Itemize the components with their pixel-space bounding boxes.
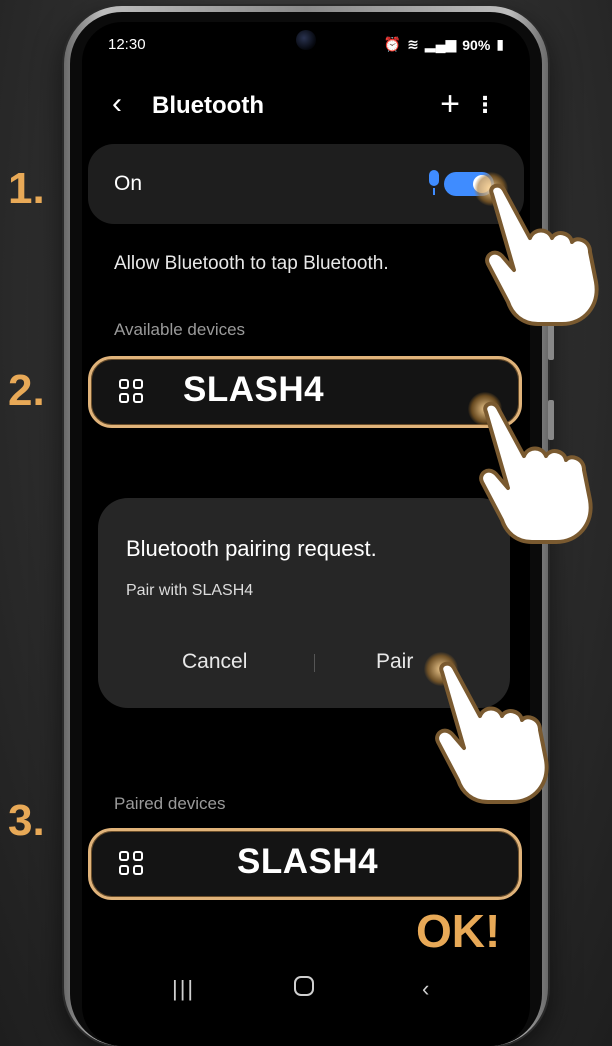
dialog-subtitle: Pair with SLASH4 bbox=[126, 582, 254, 599]
back-arrow-icon[interactable]: ‹ bbox=[112, 88, 122, 120]
dialog-button-divider bbox=[314, 654, 315, 672]
paired-device-name: SLASH4 bbox=[237, 842, 379, 881]
pointing-hand-icon bbox=[479, 401, 593, 544]
dialog-title: Bluetooth pairing request. bbox=[126, 536, 377, 561]
paired-devices-heading: Paired devices bbox=[114, 794, 226, 813]
pair-button[interactable]: Pair bbox=[376, 650, 413, 674]
pointing-hand-icon bbox=[485, 183, 599, 326]
ok-label: OK! bbox=[416, 905, 501, 957]
home-icon[interactable] bbox=[294, 976, 314, 996]
battery-icon: ▮ bbox=[496, 36, 504, 52]
allow-description: Allow Bluetooth to tap Bluetooth. bbox=[114, 253, 389, 274]
battery-percent: 90% bbox=[462, 36, 491, 53]
status-time: 12:30 bbox=[108, 36, 146, 53]
bluetooth-toggle-row[interactable]: On bbox=[88, 144, 524, 224]
more-options-icon[interactable]: ⋮ bbox=[474, 90, 496, 120]
device-grid-icon bbox=[119, 851, 145, 877]
microphone-icon bbox=[428, 170, 440, 196]
paired-device-row[interactable]: SLASH4 bbox=[88, 828, 522, 900]
pointing-hand-icon bbox=[435, 661, 549, 804]
available-device-name: SLASH4 bbox=[183, 370, 325, 409]
step-3-label: 3. bbox=[8, 796, 45, 845]
available-devices-heading: Available devices bbox=[114, 320, 246, 339]
device-grid-icon bbox=[119, 379, 145, 405]
toggle-label: On bbox=[114, 172, 143, 195]
phone-screen: 12:30 ⏰ ≋ ▂▄▆ 90% ▮ ‹ Bluetooth + ⋮ On A… bbox=[82, 22, 530, 1046]
available-device-row[interactable]: SLASH4 bbox=[88, 356, 522, 428]
add-icon[interactable]: + bbox=[440, 84, 460, 124]
alarm-icon: ⏰ bbox=[383, 36, 402, 52]
nav-back-icon[interactable]: ‹ bbox=[422, 976, 429, 1002]
signal-icon: ▂▄▆ bbox=[424, 36, 457, 52]
recent-apps-icon[interactable]: ||| bbox=[172, 976, 195, 1002]
step-1-label: 1. bbox=[8, 164, 45, 213]
app-header: ‹ Bluetooth + ⋮ bbox=[82, 84, 530, 126]
step-2-label: 2. bbox=[8, 366, 45, 415]
status-bar: 12:30 ⏰ ≋ ▂▄▆ 90% ▮ bbox=[82, 36, 530, 60]
page-title: Bluetooth bbox=[152, 92, 264, 119]
cancel-button[interactable]: Cancel bbox=[182, 650, 247, 674]
system-nav-bar: ||| ‹ bbox=[82, 976, 530, 1006]
wifi-icon: ≋ bbox=[407, 36, 419, 52]
tutorial-stage: 12:30 ⏰ ≋ ▂▄▆ 90% ▮ ‹ Bluetooth + ⋮ On A… bbox=[0, 0, 612, 1046]
